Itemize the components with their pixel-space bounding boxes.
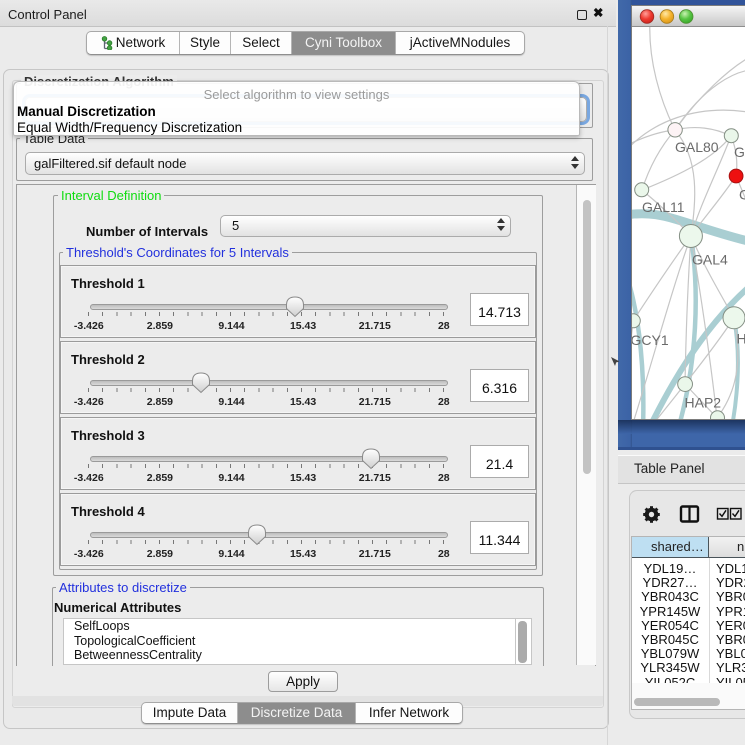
svg-text:GAL11: GAL11: [642, 199, 685, 215]
svg-text:HAP2: HAP2: [685, 395, 722, 411]
svg-text:GA: GA: [734, 144, 745, 160]
svg-text:H: H: [737, 331, 745, 347]
svg-text:C: C: [739, 187, 745, 203]
svg-text:GAL80: GAL80: [675, 139, 719, 155]
svg-text:GAL4: GAL4: [692, 252, 728, 268]
svg-text:GCY1: GCY1: [631, 332, 669, 348]
